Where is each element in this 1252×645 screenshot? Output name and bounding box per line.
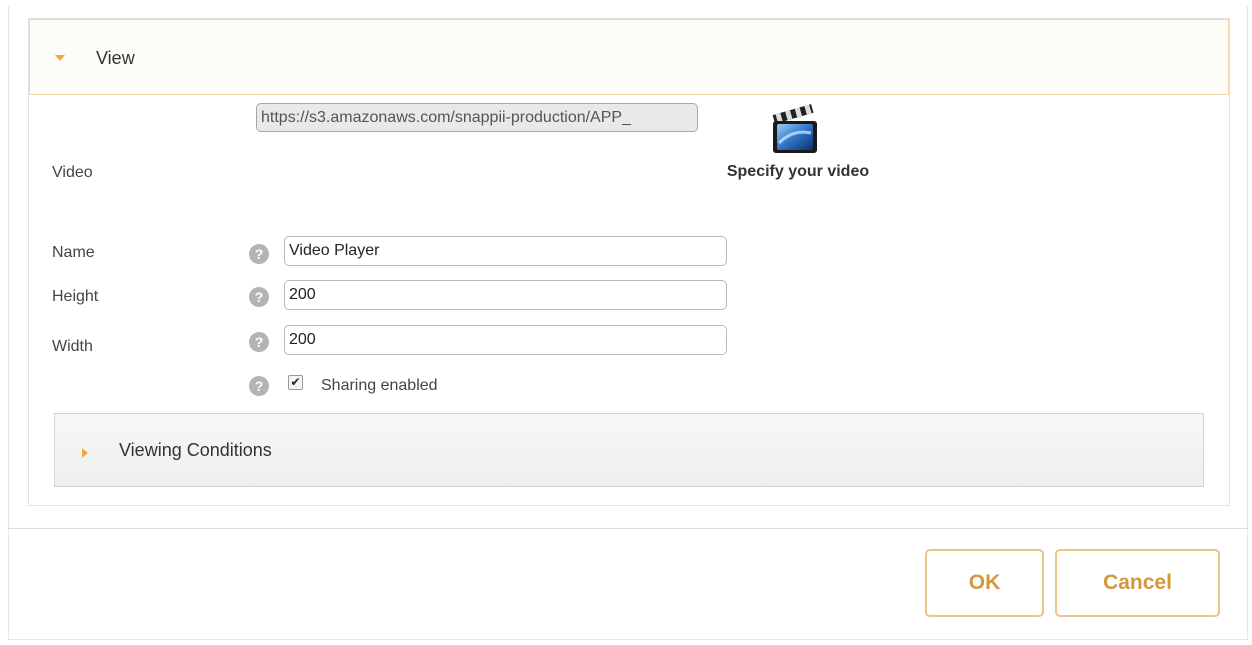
help-icon[interactable]: ? [249, 332, 269, 352]
ok-button[interactable]: OK [925, 549, 1044, 617]
help-icon[interactable]: ? [249, 287, 269, 307]
height-label: Height [52, 288, 99, 305]
footer-divider [8, 528, 1248, 529]
dialog-bottom-border [8, 639, 1248, 640]
height-input[interactable]: 200 [284, 280, 727, 310]
caret-right-icon [82, 448, 88, 458]
video-label: Video [52, 164, 93, 181]
view-section-header[interactable]: View [29, 19, 1229, 95]
name-label: Name [52, 244, 95, 261]
width-label: Width [52, 338, 93, 355]
caret-down-icon [55, 55, 65, 61]
name-input[interactable]: Video Player [284, 236, 727, 266]
view-section-title: View [96, 48, 135, 68]
help-icon[interactable]: ? [249, 376, 269, 396]
sharing-enabled-label: Sharing enabled [321, 377, 438, 394]
cancel-button[interactable]: Cancel [1055, 549, 1220, 617]
sharing-checkbox[interactable]: ✔ [288, 375, 303, 390]
specify-video-text[interactable]: Specify your video [726, 162, 870, 182]
help-icon[interactable]: ? [249, 244, 269, 264]
video-url-field: https://s3.amazonaws.com/snappii-product… [256, 103, 698, 132]
video-clapperboard-icon[interactable] [765, 103, 825, 157]
viewing-conditions-title: Viewing Conditions [119, 440, 272, 460]
viewing-conditions-panel[interactable]: Viewing Conditions [54, 413, 1204, 487]
width-input[interactable]: 200 [284, 325, 727, 355]
